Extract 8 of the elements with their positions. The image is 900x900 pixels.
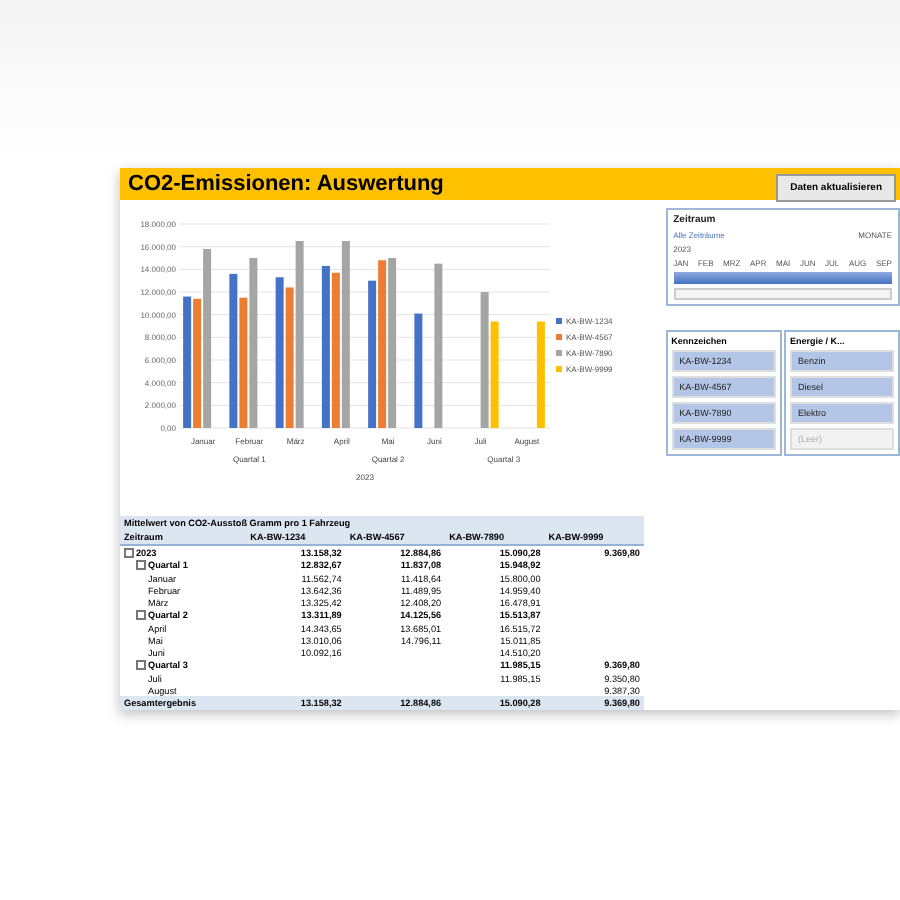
bar — [536, 321, 545, 428]
scrollbar[interactable] — [673, 288, 892, 300]
legend-swatch — [556, 334, 562, 340]
bar — [414, 313, 423, 428]
legend-swatch — [556, 318, 562, 324]
legend-swatch — [556, 350, 562, 356]
legend-swatch — [556, 366, 562, 372]
dashboard-title: CO2-Emissionen: Auswertung — [128, 172, 446, 196]
